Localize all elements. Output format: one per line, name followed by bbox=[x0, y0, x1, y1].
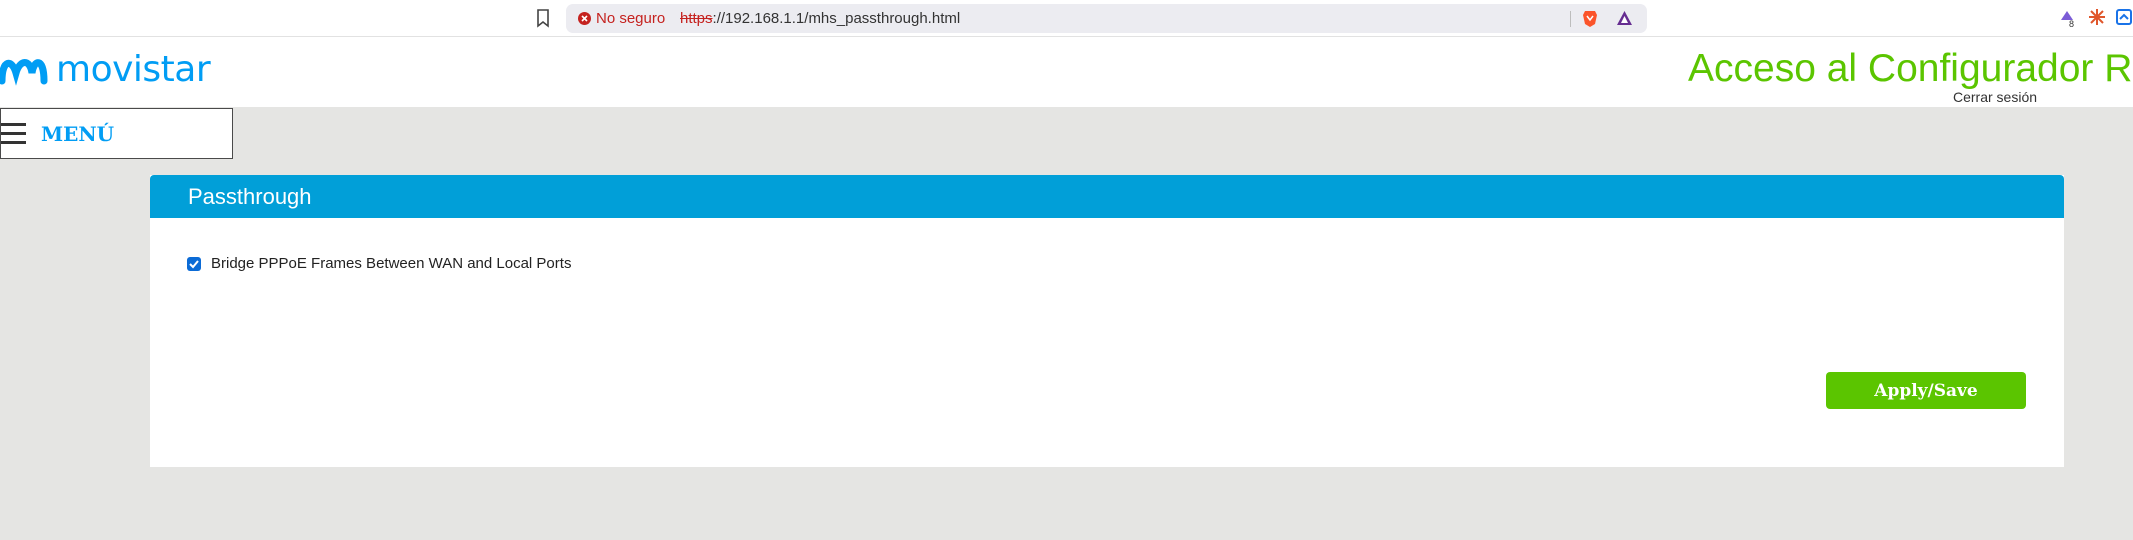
extension-icon[interactable]: 8 bbox=[2058, 8, 2078, 28]
browser-toolbar: No seguro https://192.168.1.1/mhs_passth… bbox=[0, 0, 2133, 37]
url-path: ://192.168.1.1/mhs_passthrough.html bbox=[712, 10, 961, 27]
menu-label: MENÚ bbox=[41, 122, 115, 146]
logo-wordmark: movistar bbox=[56, 49, 211, 90]
logout-link[interactable]: Cerrar sesión bbox=[1953, 89, 2037, 105]
movistar-m-icon bbox=[0, 59, 48, 86]
hamburger-icon bbox=[1, 123, 26, 145]
extension-icons: 8 bbox=[2058, 8, 2133, 28]
extension-badge: 8 bbox=[2069, 19, 2074, 28]
page-title: Acceso al Configurador Router bbox=[1688, 47, 2133, 90]
movistar-logo[interactable]: movistar bbox=[0, 49, 211, 91]
apply-save-button[interactable]: Apply/Save bbox=[1826, 372, 2026, 409]
brave-shield-icon[interactable] bbox=[1582, 10, 1598, 28]
panel-header: Passthrough bbox=[150, 175, 2064, 218]
not-secure-icon bbox=[578, 12, 591, 25]
url-text[interactable]: https://192.168.1.1/mhs_passthrough.html bbox=[680, 10, 960, 27]
panel-title: Passthrough bbox=[188, 184, 312, 209]
site-header: movistar Acceso al Configurador Router C… bbox=[0, 37, 2133, 107]
urlbar-divider bbox=[1570, 11, 1571, 27]
sparkle-extension-icon[interactable] bbox=[2088, 8, 2106, 26]
brave-rewards-icon[interactable] bbox=[1616, 10, 1633, 27]
checkmark-icon bbox=[189, 260, 199, 269]
pppoe-bridge-checkbox[interactable] bbox=[187, 257, 201, 271]
bookmark-icon[interactable] bbox=[535, 8, 551, 28]
url-scheme: https bbox=[680, 10, 713, 27]
security-label[interactable]: No seguro bbox=[596, 10, 665, 27]
pppoe-bridge-label[interactable]: Bridge PPPoE Frames Between WAN and Loca… bbox=[211, 255, 571, 272]
puzzle-extension-icon[interactable] bbox=[2116, 8, 2133, 26]
address-bar[interactable]: No seguro https://192.168.1.1/mhs_passth… bbox=[566, 4, 1647, 33]
menu-button[interactable]: MENÚ bbox=[0, 108, 233, 159]
passthrough-panel: Passthrough Bridge PPPoE Frames Between … bbox=[150, 175, 2064, 467]
